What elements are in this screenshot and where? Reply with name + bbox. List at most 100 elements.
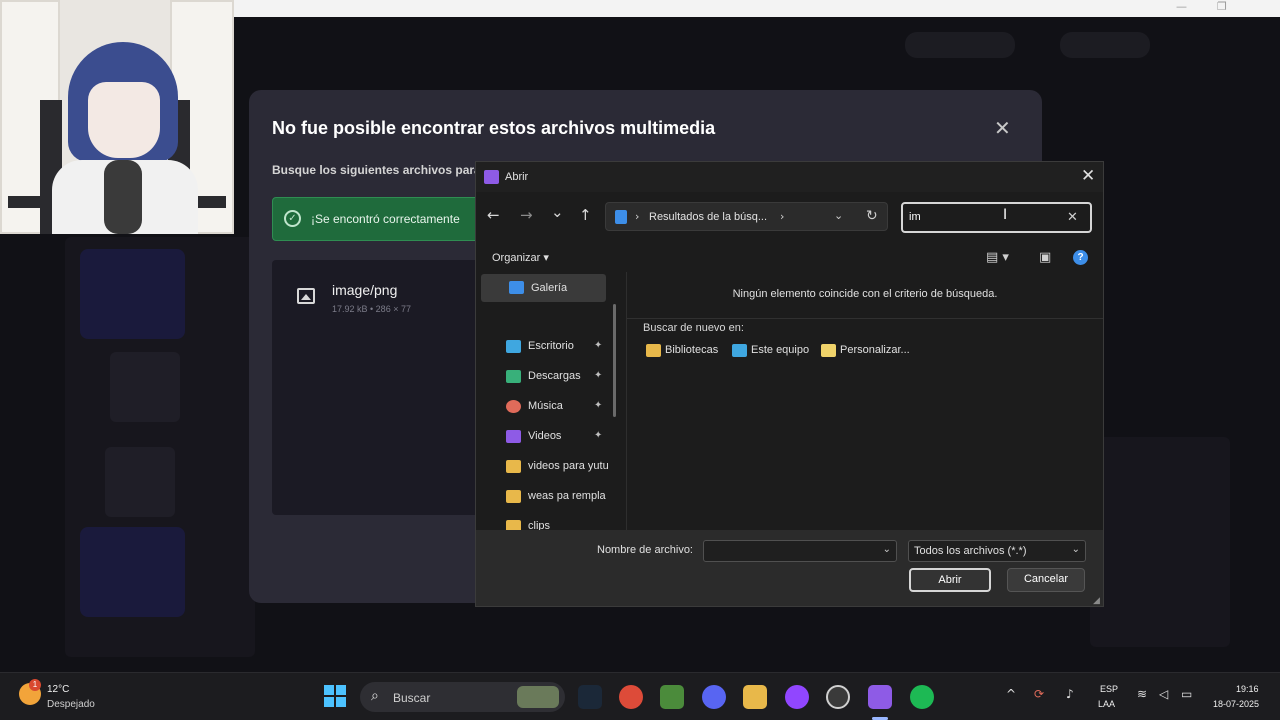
volume-icon[interactable]: ◁ xyxy=(1159,687,1168,701)
breadcrumb-separator-icon: › xyxy=(635,210,640,223)
close-icon[interactable]: ✕ xyxy=(994,116,1011,141)
folder-icon xyxy=(506,520,521,530)
success-banner: ✓ ¡Se encontró correctamente xyxy=(272,197,482,241)
file-type-filter[interactable]: Todos los archivos (*.*) ⌄ xyxy=(908,540,1086,562)
minecraft-icon[interactable] xyxy=(660,685,684,709)
nav-item-label: Descargas xyxy=(528,370,581,382)
weather-temperature[interactable]: 12°C xyxy=(47,684,69,695)
nav-item-gallery[interactable]: Galería xyxy=(481,274,606,302)
file-explorer-icon[interactable] xyxy=(743,685,767,709)
forward-arrow-icon[interactable]: → xyxy=(520,205,533,225)
up-arrow-icon[interactable]: ↑ xyxy=(579,205,592,225)
breadcrumb-separator-icon: › xyxy=(780,210,785,223)
search-highlight-image xyxy=(517,686,559,708)
maximize-icon[interactable]: ❐ xyxy=(1217,0,1227,13)
chevron-down-icon[interactable]: ⌄ xyxy=(883,544,891,555)
nav-item-label: videos para yutu xyxy=(528,460,609,472)
view-options-icon[interactable]: ▤ ▾ xyxy=(986,250,1009,265)
file-meta: 17.92 kB • 286 × 77 xyxy=(332,304,411,314)
search-input[interactable]: im I ✕ xyxy=(901,202,1092,233)
nav-item-label: Escritorio xyxy=(528,340,574,352)
chevron-down-icon[interactable]: ⌄ xyxy=(551,202,564,222)
open-button[interactable]: Abrir xyxy=(909,568,991,592)
back-arrow-icon[interactable]: ← xyxy=(487,205,500,225)
file-list-area: Ningún elemento coincide con el criterio… xyxy=(627,272,1103,530)
nav-item-label: Galería xyxy=(531,282,568,294)
folder-icon xyxy=(506,490,521,503)
taskbar-search[interactable]: ⌕ Buscar xyxy=(360,682,565,712)
clock-time[interactable]: 19:16 xyxy=(1236,684,1259,694)
battery-icon[interactable]: ▭ xyxy=(1181,687,1192,701)
weather-description[interactable]: Despejado xyxy=(47,699,95,710)
background-card xyxy=(80,527,185,617)
nav-item-downloads[interactable]: Descargas ✦ xyxy=(506,366,616,388)
twitch-icon[interactable] xyxy=(785,685,809,709)
nav-item-folder[interactable]: weas pa rempla xyxy=(506,486,616,508)
clipchamp-icon[interactable] xyxy=(868,685,892,709)
obs-icon[interactable] xyxy=(826,685,850,709)
app-icon xyxy=(484,170,499,184)
clear-icon[interactable]: ✕ xyxy=(1067,209,1078,225)
chevron-up-icon[interactable]: ^ xyxy=(1006,687,1016,701)
pin-icon: ✦ xyxy=(594,370,603,381)
background-panel xyxy=(1090,437,1230,647)
discord-icon[interactable] xyxy=(702,685,726,709)
close-icon[interactable]: ✕ xyxy=(1081,166,1095,186)
file-type: image/png xyxy=(332,282,398,298)
preview-pane-icon[interactable]: ▣ xyxy=(1039,250,1051,265)
empty-results-message: Ningún elemento coincide con el criterio… xyxy=(732,288,998,300)
nav-scrollbar[interactable] xyxy=(613,304,616,417)
dialog-subtitle: Busque los siguientes archivos para xyxy=(272,163,481,177)
success-message: ¡Se encontró correctamente xyxy=(311,212,460,226)
chevron-down-icon[interactable]: ⌄ xyxy=(1072,544,1080,555)
missing-file-card[interactable]: image/png 17.92 kB • 286 × 77 xyxy=(272,260,482,515)
wifi-icon[interactable]: ≋ xyxy=(1137,687,1147,701)
link-label: Este equipo xyxy=(751,344,810,356)
chrome-icon[interactable] xyxy=(619,685,643,709)
nav-item-folder[interactable]: clips xyxy=(506,516,616,530)
text-cursor-icon: I xyxy=(1003,207,1008,223)
keyboard-layout[interactable]: LAA xyxy=(1098,699,1115,709)
background-thumbnail xyxy=(105,447,175,517)
search-placeholder: Buscar xyxy=(393,691,431,705)
cancel-button[interactable]: Cancelar xyxy=(1007,568,1085,592)
nav-item-label: weas pa rempla xyxy=(528,490,606,502)
dialog-titlebar[interactable]: Abrir ✕ xyxy=(476,162,1103,192)
sync-icon[interactable]: ⟳ xyxy=(1034,687,1044,701)
filter-value: Todos los archivos (*.*) xyxy=(914,545,1027,557)
windows-start-icon[interactable] xyxy=(324,685,346,707)
help-icon[interactable]: ? xyxy=(1073,250,1088,265)
background-window-titlebar: — ❐ xyxy=(234,0,1280,17)
refresh-icon[interactable]: ↻ xyxy=(866,208,878,224)
divider xyxy=(627,318,1103,319)
organize-menu[interactable]: Organizar ▾ xyxy=(492,251,549,264)
background-thumbnail xyxy=(110,352,180,422)
link-label: Personalizar... xyxy=(840,344,910,356)
download-icon xyxy=(506,370,521,383)
address-bar[interactable]: › Resultados de la búsq... › ⌄ ↻ xyxy=(605,202,888,231)
steam-icon[interactable] xyxy=(578,685,602,709)
language-indicator[interactable]: ESP xyxy=(1100,684,1118,694)
nav-item-label: Música xyxy=(528,400,563,412)
spotify-icon[interactable] xyxy=(910,685,934,709)
file-name-field[interactable]: ⌄ xyxy=(703,540,897,562)
nav-item-music[interactable]: Música ✦ xyxy=(506,396,616,418)
video-icon xyxy=(506,430,521,443)
chevron-down-icon[interactable]: ⌄ xyxy=(834,209,843,222)
nav-item-folder[interactable]: videos para yutu xyxy=(506,456,616,478)
nav-item-desktop[interactable]: Escritorio ✦ xyxy=(506,336,616,358)
check-circle-icon: ✓ xyxy=(284,210,301,227)
pin-icon: ✦ xyxy=(594,400,603,411)
resize-grip-icon[interactable]: ◢ xyxy=(1093,596,1100,606)
search-icon: ⌕ xyxy=(371,688,379,704)
clock-date[interactable]: 18-07-2025 xyxy=(1213,699,1259,709)
dialog-title: No fue posible encontrar estos archivos … xyxy=(272,118,716,138)
custom-folder-icon xyxy=(821,344,836,357)
nav-item-label: Videos xyxy=(528,430,562,442)
image-icon xyxy=(297,288,315,304)
webcam-overlay xyxy=(0,0,234,234)
minimize-icon[interactable]: — xyxy=(1176,0,1187,13)
nav-item-videos[interactable]: Videos ✦ xyxy=(506,426,616,448)
folder-icon xyxy=(506,460,521,473)
microphone-icon[interactable]: ♪ xyxy=(1066,687,1074,701)
